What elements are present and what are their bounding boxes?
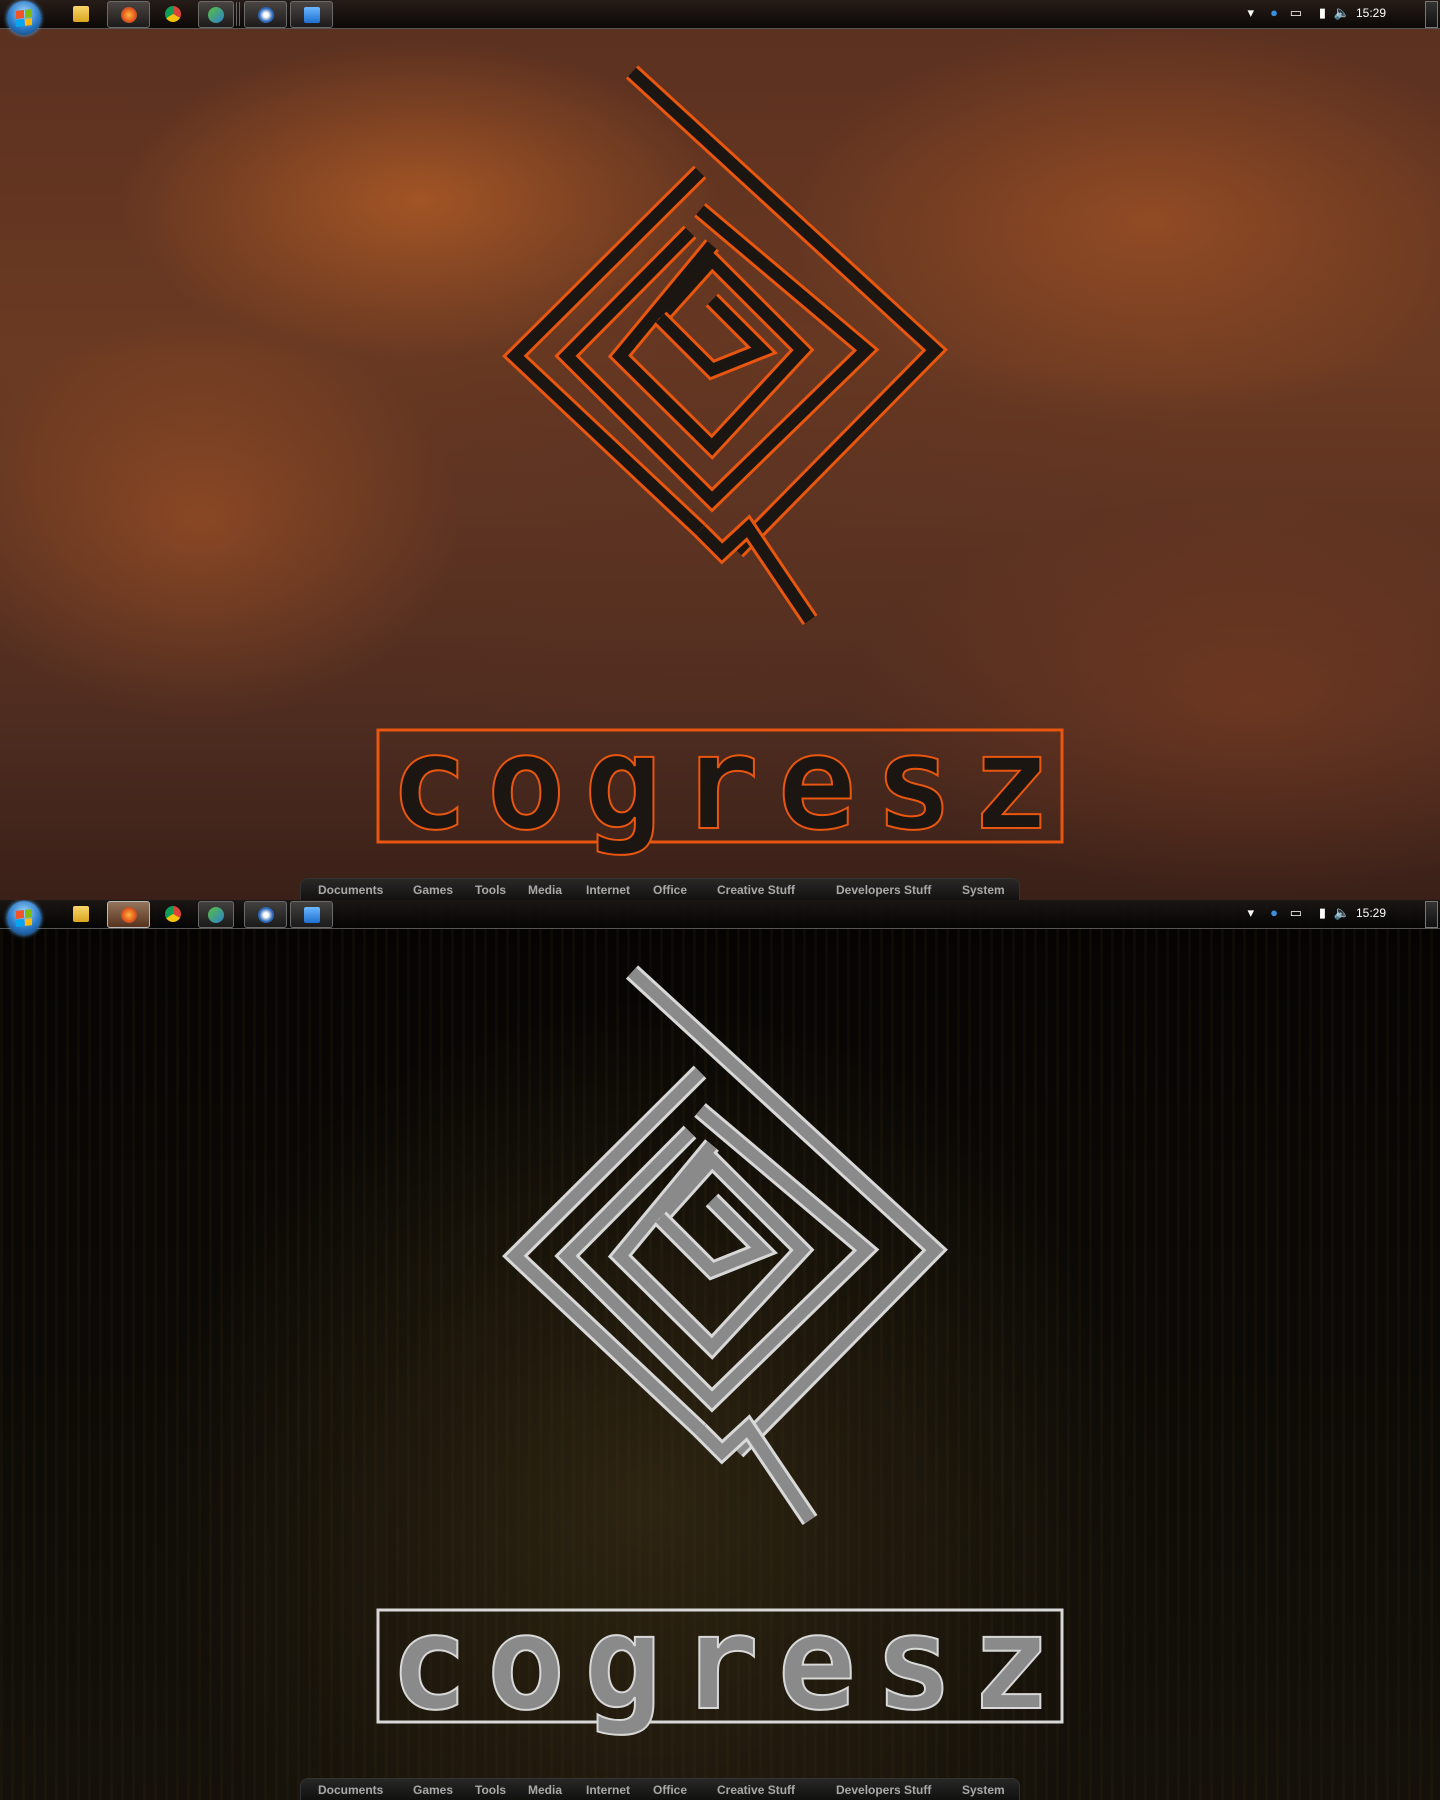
show-desktop-button[interactable] [1425,901,1438,928]
taskbar: ▾ ● ▭ ▮ 🔈 15:29 [0,900,1440,935]
network-icon[interactable]: ▭ [1290,5,1302,21]
taskbar-item-chrome[interactable] [162,1,184,26]
taskbar-item-remote-desktop[interactable] [290,1,333,28]
logo-stroke [502,1065,707,1437]
monitor-icon [303,906,320,923]
logo-stroke [695,518,815,624]
svg-text:cogresz: cogresz [390,707,1050,859]
taskbar-item-remote-desktop[interactable] [290,901,333,928]
menu-item-office[interactable]: Office [653,1783,687,1797]
cogresz-wordmark: cogresz [376,706,1064,860]
launcher-menu-bar: Documents Games Tools Media Internet Office Cr… [300,1778,1020,1800]
chevron-up-icon[interactable]: ▾ [1247,5,1254,21]
taskbar-item-chrome[interactable] [162,901,184,926]
launcher-menu-bar: Documents Games Tools Media Internet Office Cr… [300,878,1020,900]
taskbar-item-windows-live-messenger[interactable] [198,901,234,928]
taskbar-item-windows-live-messenger[interactable] [198,1,234,28]
taskbar-item-windows-explorer[interactable] [70,901,92,926]
menu-item-internet[interactable]: Internet [586,1783,630,1797]
start-button[interactable] [7,901,41,935]
logo-stroke [502,165,707,537]
messenger-icon [208,6,224,23]
messenger-icon [208,906,224,923]
power-icon[interactable]: ▮ [1319,905,1326,921]
menu-item-internet[interactable]: Internet [586,883,630,897]
volume-icon[interactable]: 🔈 [1334,5,1350,21]
menu-item-creative-stuff[interactable]: Creative Stuff [717,1783,795,1797]
menu-item-office[interactable]: Office [653,883,687,897]
clock[interactable]: 15:29 [1356,6,1386,20]
thunderbird-icon [257,6,274,23]
chevron-up-icon[interactable]: ▾ [1247,905,1254,921]
menu-item-games[interactable]: Games [413,1783,453,1797]
taskbar-item-windows-explorer[interactable] [70,1,92,26]
menu-item-system[interactable]: System [962,883,1005,897]
menu-item-system[interactable]: System [962,1783,1005,1797]
monitor-icon [303,6,320,23]
system-tray: ▾ ● ▭ ▮ 🔈 15:29 [1220,900,1440,928]
taskbar: ▾ ● ▭ ▮ 🔈 15:29 [0,0,1440,35]
logo-stroke [695,1418,815,1524]
cogresz-logo: cogresz [376,965,1064,1740]
windows-logo-icon [16,909,32,927]
windows-logo-icon [16,9,32,27]
desktop-top: cogresz ▾ ● ▭ ▮ 🔈 15:29 Documents Games Tools Medi… [0,0,1440,900]
folder-icon [73,5,89,22]
menu-item-media[interactable]: Media [528,1783,562,1797]
taskbar-item-firefox[interactable] [107,901,150,928]
menu-item-games[interactable]: Games [413,883,453,897]
chrome-icon [165,905,181,922]
volume-icon[interactable]: 🔈 [1334,905,1350,921]
itunes-icon[interactable]: ● [1270,905,1278,920]
taskbar-separator [236,2,240,26]
svg-text:cogresz: cogresz [390,1587,1050,1739]
cogresz-logo: cogresz [376,65,1064,860]
clock[interactable]: 15:29 [1356,906,1386,920]
menu-item-documents[interactable]: Documents [318,883,383,897]
taskbar-item-thunderbird[interactable] [244,901,287,928]
logo-stroke [506,1067,705,1435]
menu-item-tools[interactable]: Tools [475,1783,506,1797]
menu-item-tools[interactable]: Tools [475,883,506,897]
logo-stroke [506,167,705,535]
cogresz-wordmark: cogresz [376,1586,1064,1740]
power-icon[interactable]: ▮ [1319,5,1326,21]
itunes-icon[interactable]: ● [1270,5,1278,20]
folder-icon [73,905,89,922]
taskbar-item-firefox[interactable] [107,1,150,28]
chrome-icon [165,5,181,22]
start-button[interactable] [7,1,41,35]
menu-item-creative-stuff[interactable]: Creative Stuff [717,883,795,897]
thunderbird-icon [257,906,274,923]
menu-item-developers-stuff[interactable]: Developers Stuff [836,883,931,897]
desktop-bottom: cogresz ▾ ● ▭ ▮ 🔈 15:29 Documents Games Tools Medi… [0,900,1440,1800]
menu-item-documents[interactable]: Documents [318,1783,383,1797]
show-desktop-button[interactable] [1425,1,1438,28]
menu-item-developers-stuff[interactable]: Developers Stuff [836,1783,931,1797]
firefox-icon [120,6,137,23]
menu-item-media[interactable]: Media [528,883,562,897]
taskbar-item-thunderbird[interactable] [244,1,287,28]
system-tray: ▾ ● ▭ ▮ 🔈 15:29 [1220,0,1440,28]
network-icon[interactable]: ▭ [1290,905,1302,921]
firefox-icon [120,906,137,923]
